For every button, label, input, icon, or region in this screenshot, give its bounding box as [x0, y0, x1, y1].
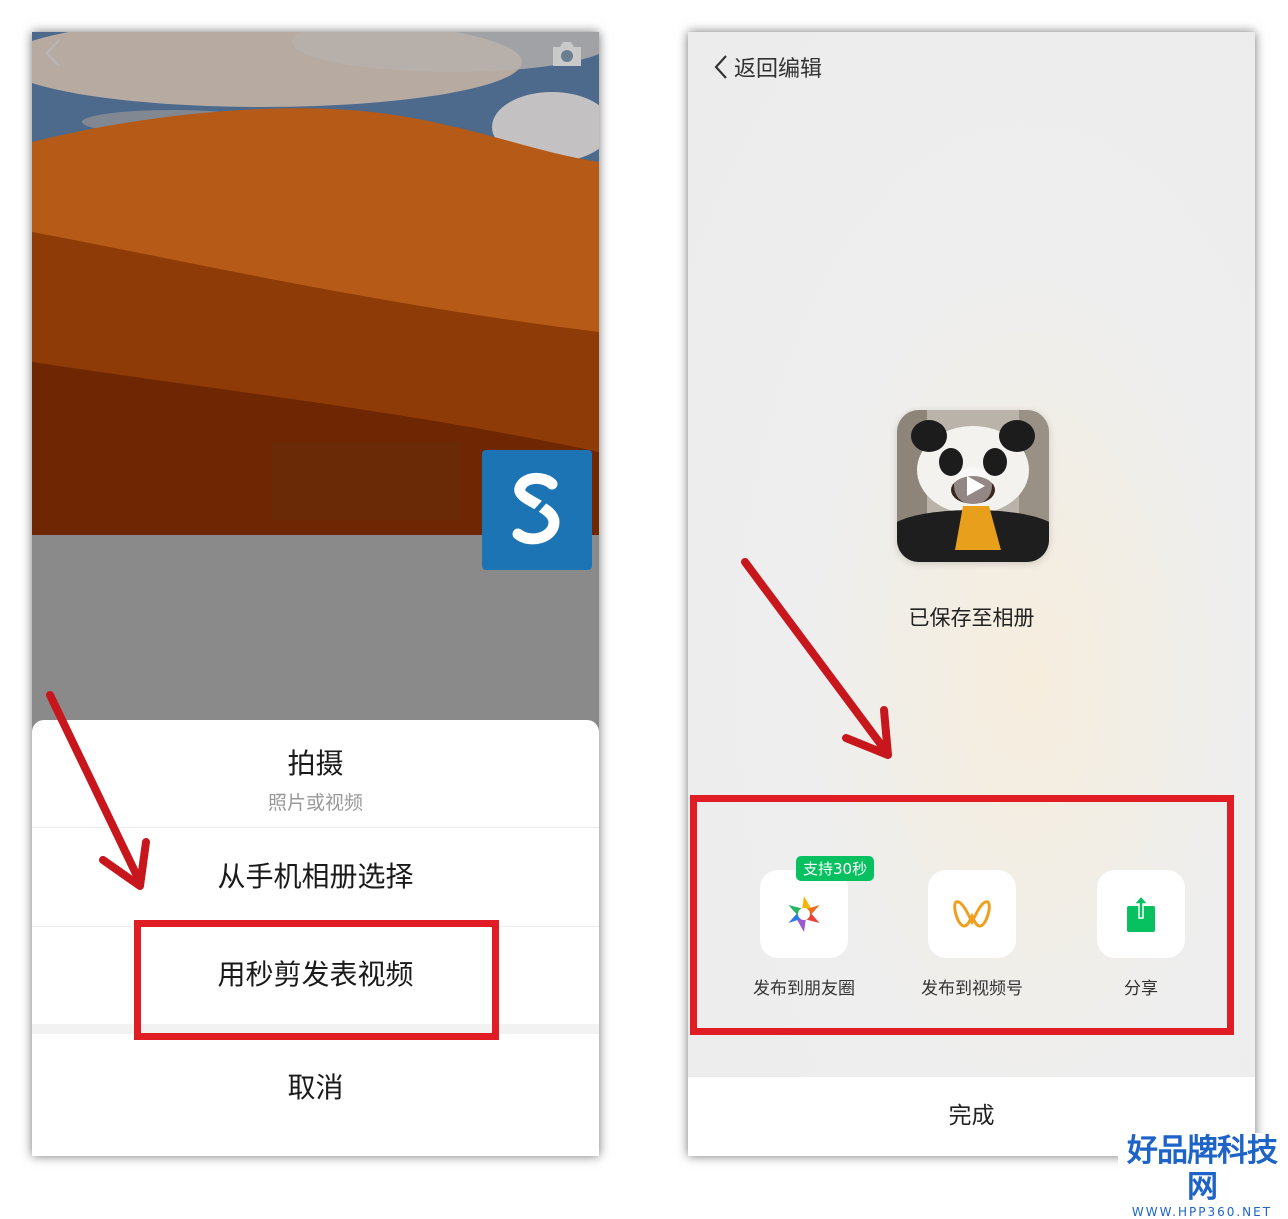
cancel-option[interactable]: 取消: [32, 1034, 599, 1142]
back-button[interactable]: [38, 36, 68, 70]
chevron-left-icon: [45, 39, 60, 67]
shoot-sublabel: 照片或视频: [267, 792, 363, 814]
highlight-box-share-options: [690, 795, 1234, 1035]
camera-button[interactable]: [550, 40, 584, 68]
video-thumbnail[interactable]: [897, 410, 1049, 562]
highlight-box-miaojian: [134, 920, 499, 1040]
shoot-option[interactable]: 拍摄 照片或视频: [32, 720, 599, 828]
album-label: 从手机相册选择: [217, 860, 414, 893]
shoot-label: 拍摄: [287, 747, 344, 780]
saved-to-album-text: 已保存至相册: [908, 606, 1035, 630]
cancel-label: 取消: [287, 1071, 344, 1104]
return-to-edit-button[interactable]: 返回编辑: [714, 52, 822, 82]
redacted-overlay: [272, 442, 462, 520]
miaojian-app-logo: [482, 450, 592, 570]
watermark-url: WWW.HPP360.NET: [1131, 1205, 1273, 1219]
site-watermark: 好品牌科技网 WWW.HPP360.NET: [1118, 1133, 1286, 1219]
miaojian-s-logo-icon: [512, 473, 560, 545]
choose-from-album-option[interactable]: 从手机相册选择: [32, 828, 599, 927]
watermark-title: 好品牌科技网: [1127, 1133, 1278, 1205]
return-label: 返回编辑: [734, 57, 823, 82]
camera-icon: [553, 42, 581, 66]
chevron-left-icon: [714, 55, 727, 79]
